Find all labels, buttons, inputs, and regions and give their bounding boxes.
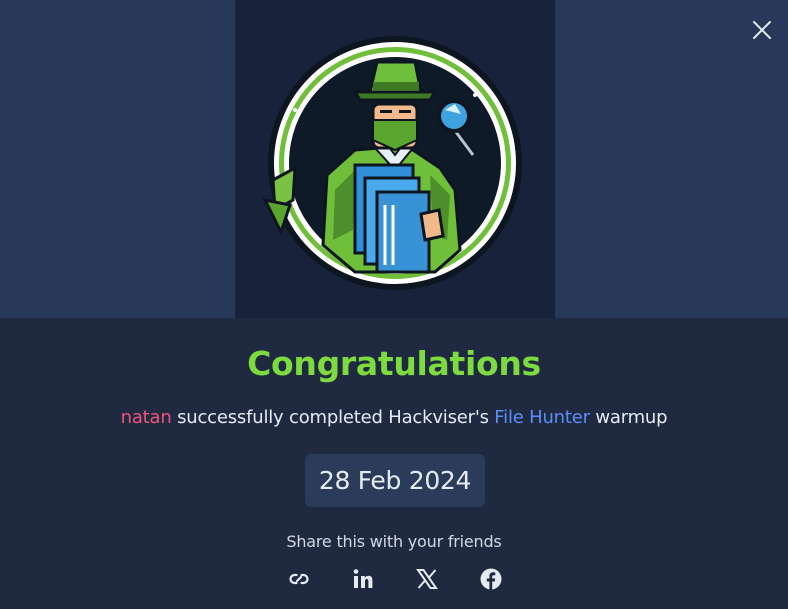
x-icon: [416, 569, 438, 589]
completion-date: 28 Feb 2024: [305, 454, 485, 507]
share-x-button[interactable]: [415, 567, 439, 591]
detective-badge-illustration: [262, 36, 522, 290]
message-text: successfully completed Hackviser's: [171, 407, 495, 428]
share-label: Share this with your friends: [286, 532, 502, 551]
modal-content: Congratulations natan successfully compl…: [0, 318, 788, 609]
linkedin-icon: [353, 569, 373, 588]
facebook-icon: [480, 568, 502, 590]
share-linkedin-button[interactable]: [351, 567, 375, 591]
badge-image: [235, 0, 555, 318]
link-icon: [289, 573, 309, 585]
username[interactable]: natan: [121, 407, 172, 428]
close-button[interactable]: [750, 18, 774, 42]
modal-title: Congratulations: [247, 344, 541, 383]
lab-name-link[interactable]: File Hunter: [494, 407, 590, 428]
message-suffix: warmup: [589, 407, 668, 428]
share-facebook-button[interactable]: [479, 567, 503, 591]
close-icon: [753, 21, 771, 39]
copy-link-button[interactable]: [287, 567, 311, 591]
congratulations-modal: Congratulations natan successfully compl…: [0, 0, 788, 609]
completion-message: natan successfully completed Hackviser's…: [0, 407, 788, 428]
share-buttons: [284, 567, 508, 591]
